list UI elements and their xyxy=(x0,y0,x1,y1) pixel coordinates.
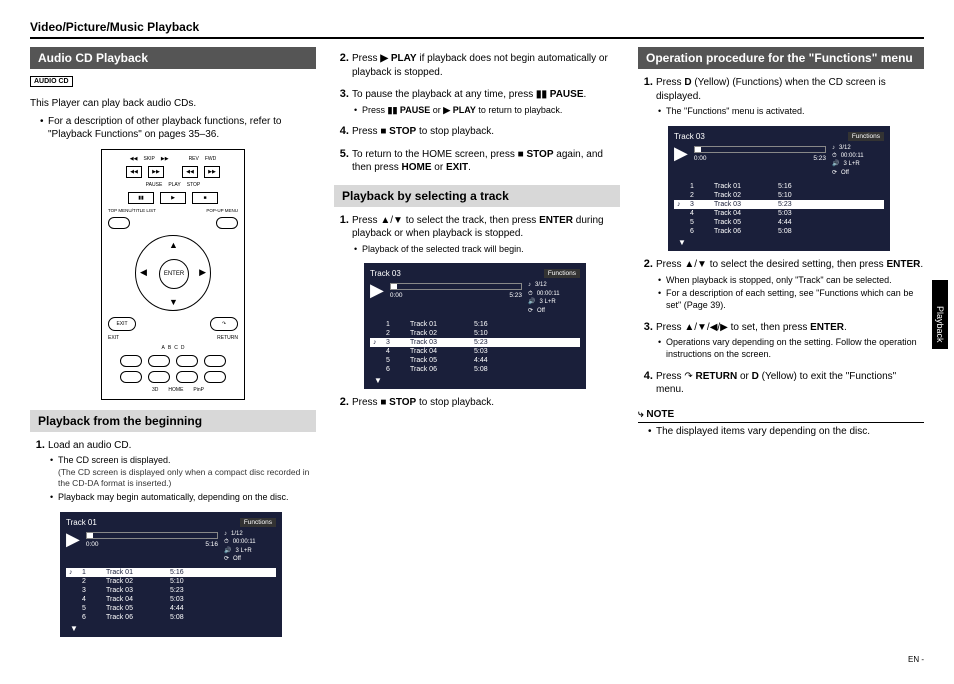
note-text: The displayed items vary depending on th… xyxy=(648,425,924,438)
intro-text: This Player can play back audio CDs. xyxy=(30,97,316,111)
intro-bullet: For a description of other playback func… xyxy=(40,115,316,141)
column-2: Press ▶ PLAY if playback does not begin … xyxy=(334,47,620,643)
note-label: ⤷ NOTE xyxy=(638,407,924,423)
func-step-4: Press ↷ RETURN or D (Yellow) to exit the… xyxy=(656,369,924,397)
step-4: Press ■ STOP to stop playback. xyxy=(352,124,620,139)
cd-screen-2: Track 03Functions ▶ 0:005:23 ♪3/12⏱00:00… xyxy=(364,263,586,389)
cd-screen-1: Track 01Functions ▶ 0:005:16 ♪1/12⏱00:00… xyxy=(60,512,282,638)
page-header: Video/Picture/Music Playback xyxy=(30,20,924,39)
page-number: EN - xyxy=(30,655,924,664)
section-functions: Operation procedure for the "Functions" … xyxy=(638,47,924,69)
track-step-2: Press ■ STOP to stop playback. xyxy=(352,395,620,410)
step-3: To pause the playback at any time, press… xyxy=(352,87,620,116)
subheading-select-track: Playback by selecting a track xyxy=(334,185,620,207)
func-step-2: Press ▲/▼ to select the desired setting,… xyxy=(656,257,924,312)
track-step-1: Press ▲/▼ to select the track, then pres… xyxy=(352,213,620,256)
step-5: To return to the HOME screen, press ■ ST… xyxy=(352,147,620,175)
remote-diagram: ◀◀ SKIP ▶▶ REV FWD ◀◀▶▶ ◀◀▶▶ PAUSE PLAY … xyxy=(101,149,245,400)
column-3: Operation procedure for the "Functions" … xyxy=(638,47,924,643)
badge-audio-cd: AUDIO CD xyxy=(30,76,73,87)
cd-screen-3: Track 03Functions ▶ 0:005:23 ♪3/12⏱00:00… xyxy=(668,126,890,252)
func-step-1: Press D (Yellow) (Functions) when the CD… xyxy=(656,75,924,118)
step-2: Press ▶ PLAY if playback does not begin … xyxy=(352,51,620,79)
column-1: Audio CD Playback AUDIO CD This Player c… xyxy=(30,47,316,643)
side-tab: Playback xyxy=(932,280,948,349)
func-step-3: Press ▲/▼/◀/▶ to set, then press ENTER. … xyxy=(656,320,924,361)
step-1: Load an audio CD. The CD screen is displ… xyxy=(48,438,316,504)
subheading-beginning: Playback from the beginning xyxy=(30,410,316,432)
section-audio-cd: Audio CD Playback xyxy=(30,47,316,69)
